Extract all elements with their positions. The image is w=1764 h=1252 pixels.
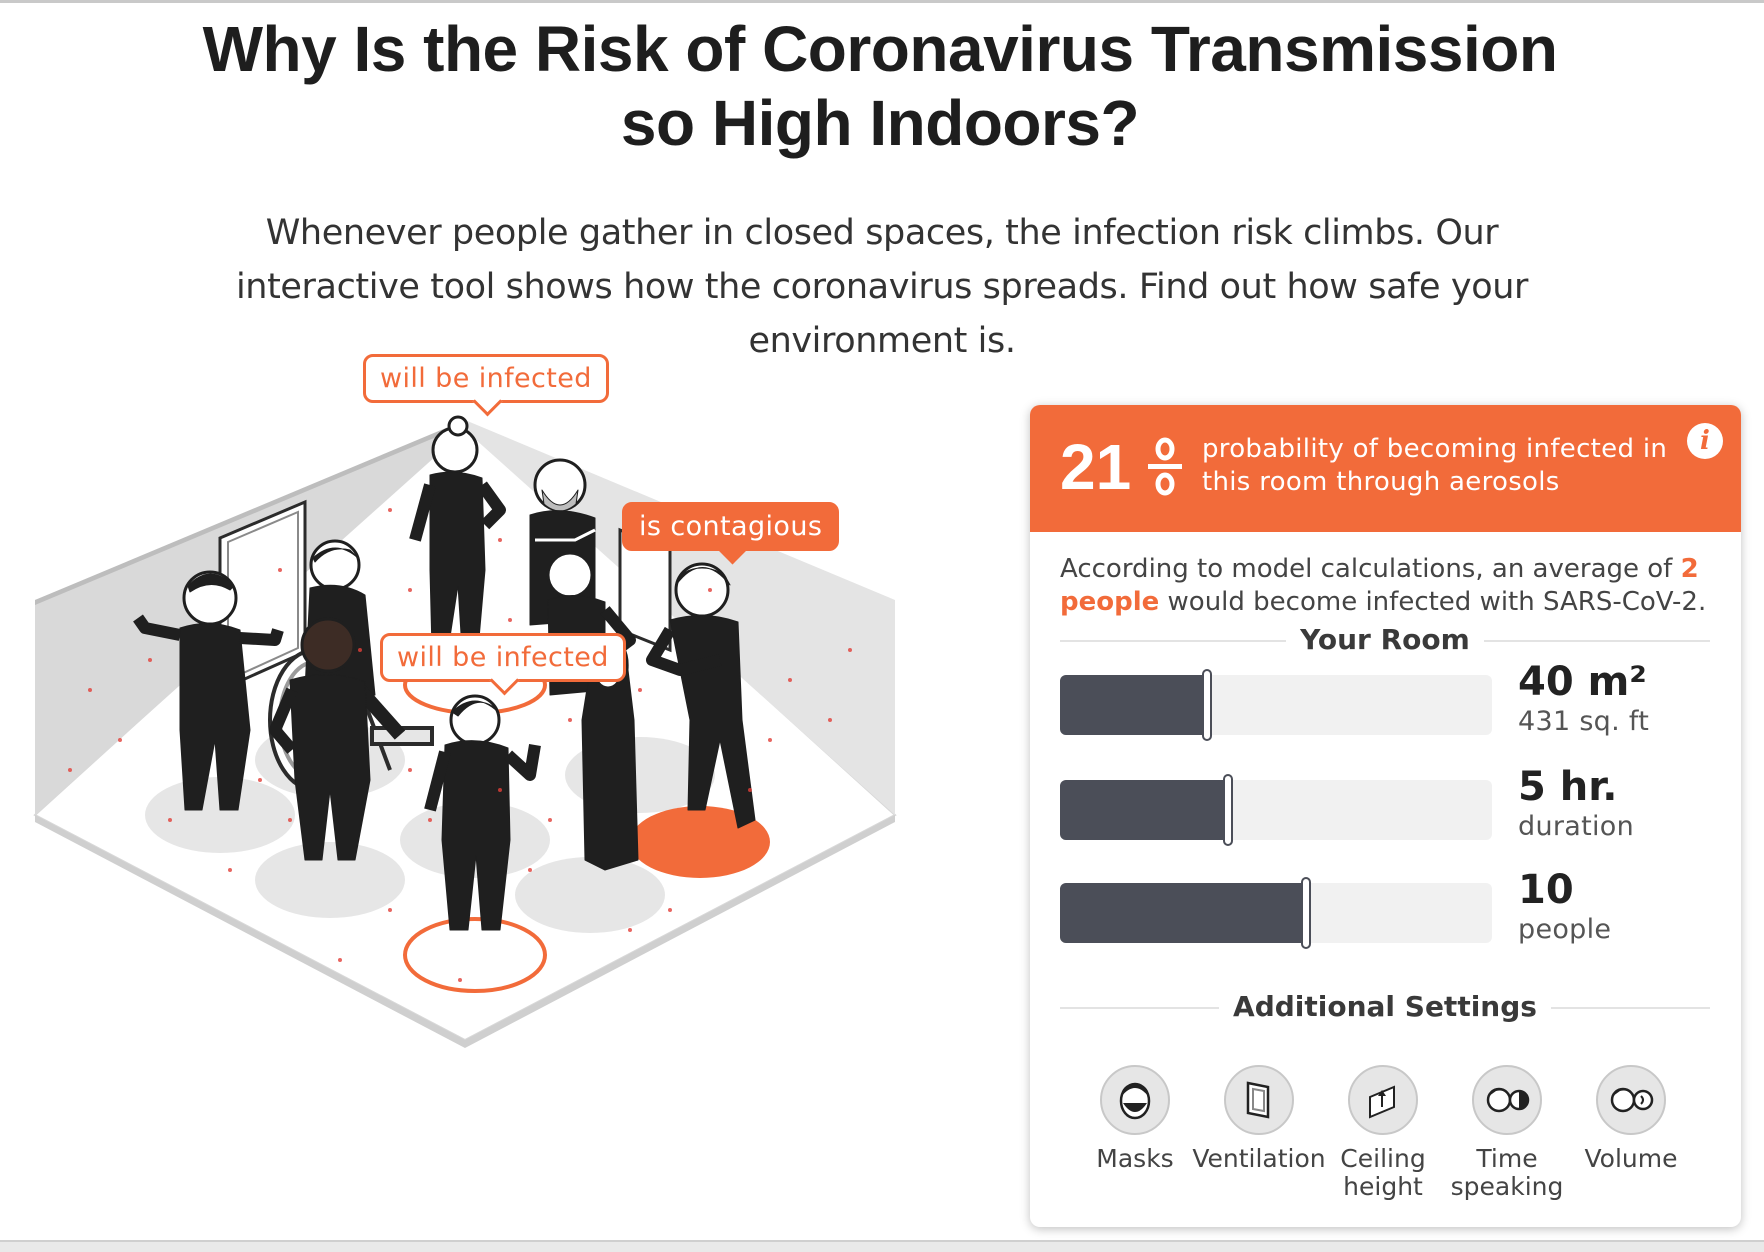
percent-icon (1148, 437, 1182, 496)
additional-settings-heading: Additional Settings (1060, 992, 1710, 1022)
volume-icon[interactable] (1596, 1065, 1666, 1135)
will-be-infected-bubble: will be infected (363, 354, 609, 403)
room-scene (33, 415, 897, 1048)
volume-setting[interactable]: Volume (1561, 1065, 1701, 1173)
slider-thumb[interactable] (1202, 669, 1212, 741)
will-be-infected-bubble: will be infected (380, 633, 626, 682)
people-slider[interactable] (1060, 877, 1492, 949)
probability-header: 21 probability of becoming infected in t… (1030, 405, 1741, 532)
people-count: 10 (1518, 867, 1574, 913)
probability-text: probability of becoming infected in this… (1202, 434, 1668, 497)
summary-prefix: According to model calculations, an aver… (1060, 554, 1681, 584)
top-border (0, 0, 1764, 3)
ventilation-setting[interactable]: Ventilation (1189, 1065, 1329, 1173)
time-speaking-icon[interactable] (1472, 1065, 1542, 1135)
slider-fill (1060, 883, 1306, 943)
is-contagious-bubble: is contagious (622, 502, 840, 551)
people-label: people (1518, 914, 1612, 945)
masks-setting[interactable]: Masks (1065, 1065, 1205, 1173)
setting-label: Ventilation (1192, 1144, 1326, 1173)
slider-thumb[interactable] (1223, 774, 1233, 846)
room-size-sqft: 431 sq. ft (1518, 706, 1650, 737)
intro-text: Whenever people gather in closed spaces,… (235, 213, 1529, 361)
summary-text: According to model calculations, an aver… (1060, 553, 1720, 619)
section-label: Your Room (1286, 625, 1484, 655)
mask-face-icon[interactable] (1100, 1065, 1170, 1135)
setting-label: Volume (1584, 1144, 1678, 1173)
time-speaking-setting[interactable]: Time speaking (1437, 1065, 1577, 1201)
setting-label: Masks (1096, 1144, 1174, 1173)
slider-fill (1060, 675, 1207, 735)
room-size-m2: 40 m² (1518, 659, 1647, 705)
slider-fill (1060, 780, 1228, 840)
ceiling-height-setting[interactable]: Ceiling height (1313, 1065, 1453, 1201)
room-illustration[interactable]: will be infected is contagious will be i… (30, 354, 1015, 1200)
room-size-value: 40 m² 431 sq. ft (1518, 659, 1649, 739)
page-title: Why Is the Risk of Coronavirus Transmiss… (202, 13, 1558, 159)
people-value: 10 people (1518, 867, 1611, 947)
calculator-panel: 21 probability of becoming infected in t… (1030, 405, 1741, 1227)
duration-slider[interactable] (1060, 774, 1492, 846)
info-icon[interactable]: i (1687, 423, 1723, 459)
bottom-border (0, 1240, 1764, 1252)
probability-value: 21 (1060, 431, 1132, 503)
ceiling-height-icon[interactable] (1348, 1065, 1418, 1135)
duration-label: duration (1518, 811, 1635, 842)
setting-label: Ceiling height (1340, 1144, 1426, 1201)
your-room-heading: Your Room (1060, 625, 1710, 655)
duration-value: 5 hr. duration (1518, 764, 1634, 844)
setting-label: Time speaking (1450, 1144, 1564, 1201)
section-label: Additional Settings (1219, 992, 1551, 1022)
summary-suffix: would become infected with SARS-CoV-2. (1159, 587, 1707, 617)
duration-hours: 5 hr. (1518, 764, 1618, 810)
slider-thumb[interactable] (1301, 877, 1311, 949)
room-size-slider[interactable] (1060, 669, 1492, 741)
window-icon[interactable] (1224, 1065, 1294, 1135)
